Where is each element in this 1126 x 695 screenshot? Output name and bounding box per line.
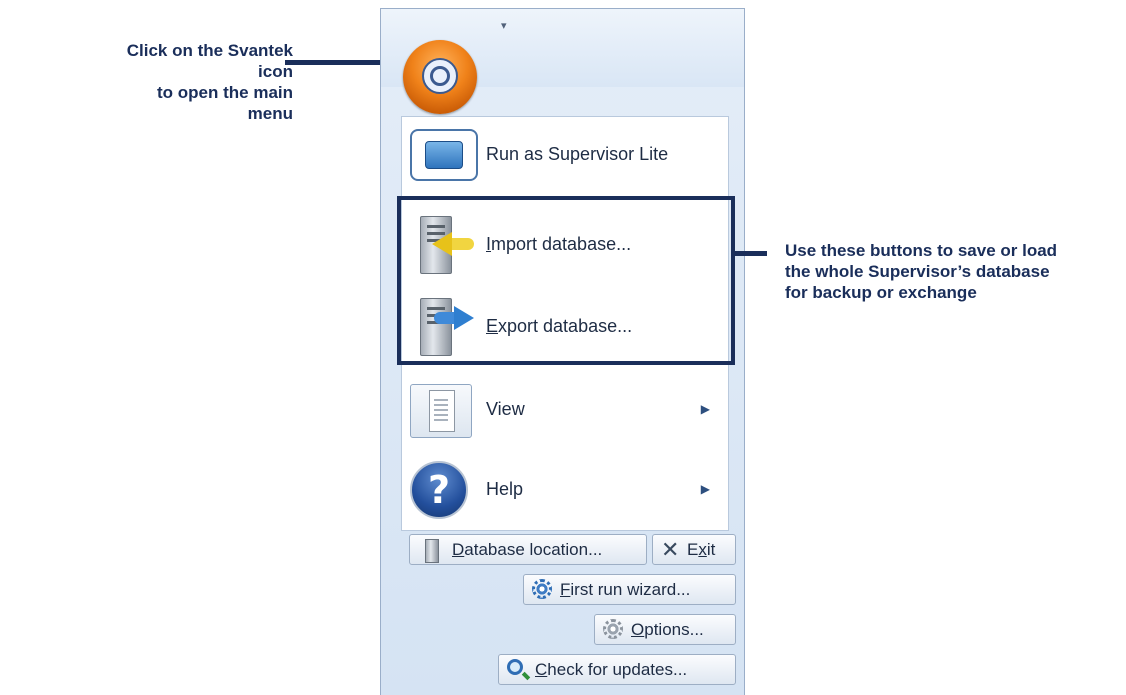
svantek-orb-button[interactable] <box>403 40 477 114</box>
monitor-icon <box>410 129 478 181</box>
import-export-highlight-box <box>397 196 735 365</box>
first-run-wizard-button[interactable]: First run wizard... <box>523 574 736 605</box>
svantek-logo-icon <box>422 58 458 94</box>
submenu-arrow-icon: ▶ <box>700 402 710 416</box>
callout-open-menu: Click on the Svantek icon to open the ma… <box>118 40 293 124</box>
exit-button[interactable]: ✕ Exit <box>652 534 736 565</box>
close-icon: ✕ <box>661 537 680 562</box>
callout-line: Use these buttons to save or load <box>785 241 1058 260</box>
options-button[interactable]: Options... <box>594 614 736 645</box>
help-icon: ? <box>410 461 468 519</box>
view-page-icon <box>410 384 472 438</box>
menu-item-run-as-supervisor-lite[interactable]: Run as Supervisor Lite <box>402 120 728 190</box>
callout-line: for backup or exchange <box>785 283 977 302</box>
database-server-icon <box>425 539 439 563</box>
options-gear-icon <box>603 619 623 639</box>
database-location-button[interactable]: Database location... <box>409 534 647 565</box>
callout-database-buttons: Use these buttons to save or load the wh… <box>785 240 1115 303</box>
callout-line: the whole Supervisor’s database <box>785 262 1050 281</box>
submenu-arrow-icon: ▶ <box>700 482 710 496</box>
callout-line: to open the main menu <box>157 83 293 123</box>
menu-item-help[interactable]: ? Help ▶ <box>402 455 728 525</box>
menu-item-label: Help <box>486 479 524 499</box>
callout-connector-line <box>735 251 767 256</box>
menu-item-view[interactable]: View ▶ <box>402 375 728 445</box>
menu-item-label: Run as Supervisor Lite <box>486 144 669 164</box>
quick-access-dropdown-icon[interactable]: ▾ <box>501 19 507 32</box>
magnifier-icon <box>507 659 523 675</box>
check-for-updates-button[interactable]: Check for updates... <box>498 654 736 685</box>
menu-item-label: View <box>486 399 525 419</box>
callout-line: Click on the Svantek icon <box>126 41 293 81</box>
gear-icon <box>532 579 552 599</box>
